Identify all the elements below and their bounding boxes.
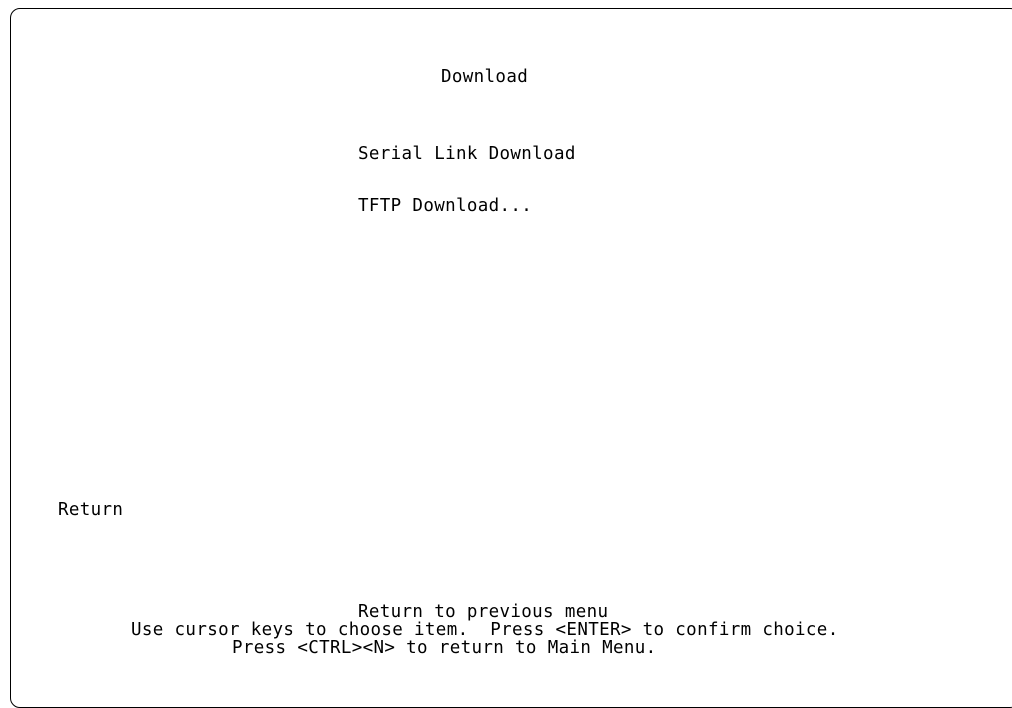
main-menu-hint: Press <CTRL><N> to return to Main Menu. bbox=[232, 638, 657, 658]
menu-item-tftp-download[interactable]: TFTP Download... bbox=[358, 195, 532, 217]
menu-item-serial-link-download[interactable]: Serial Link Download bbox=[358, 143, 576, 165]
return-menu-item[interactable]: Return bbox=[58, 499, 123, 521]
page-title: Download bbox=[441, 67, 529, 87]
